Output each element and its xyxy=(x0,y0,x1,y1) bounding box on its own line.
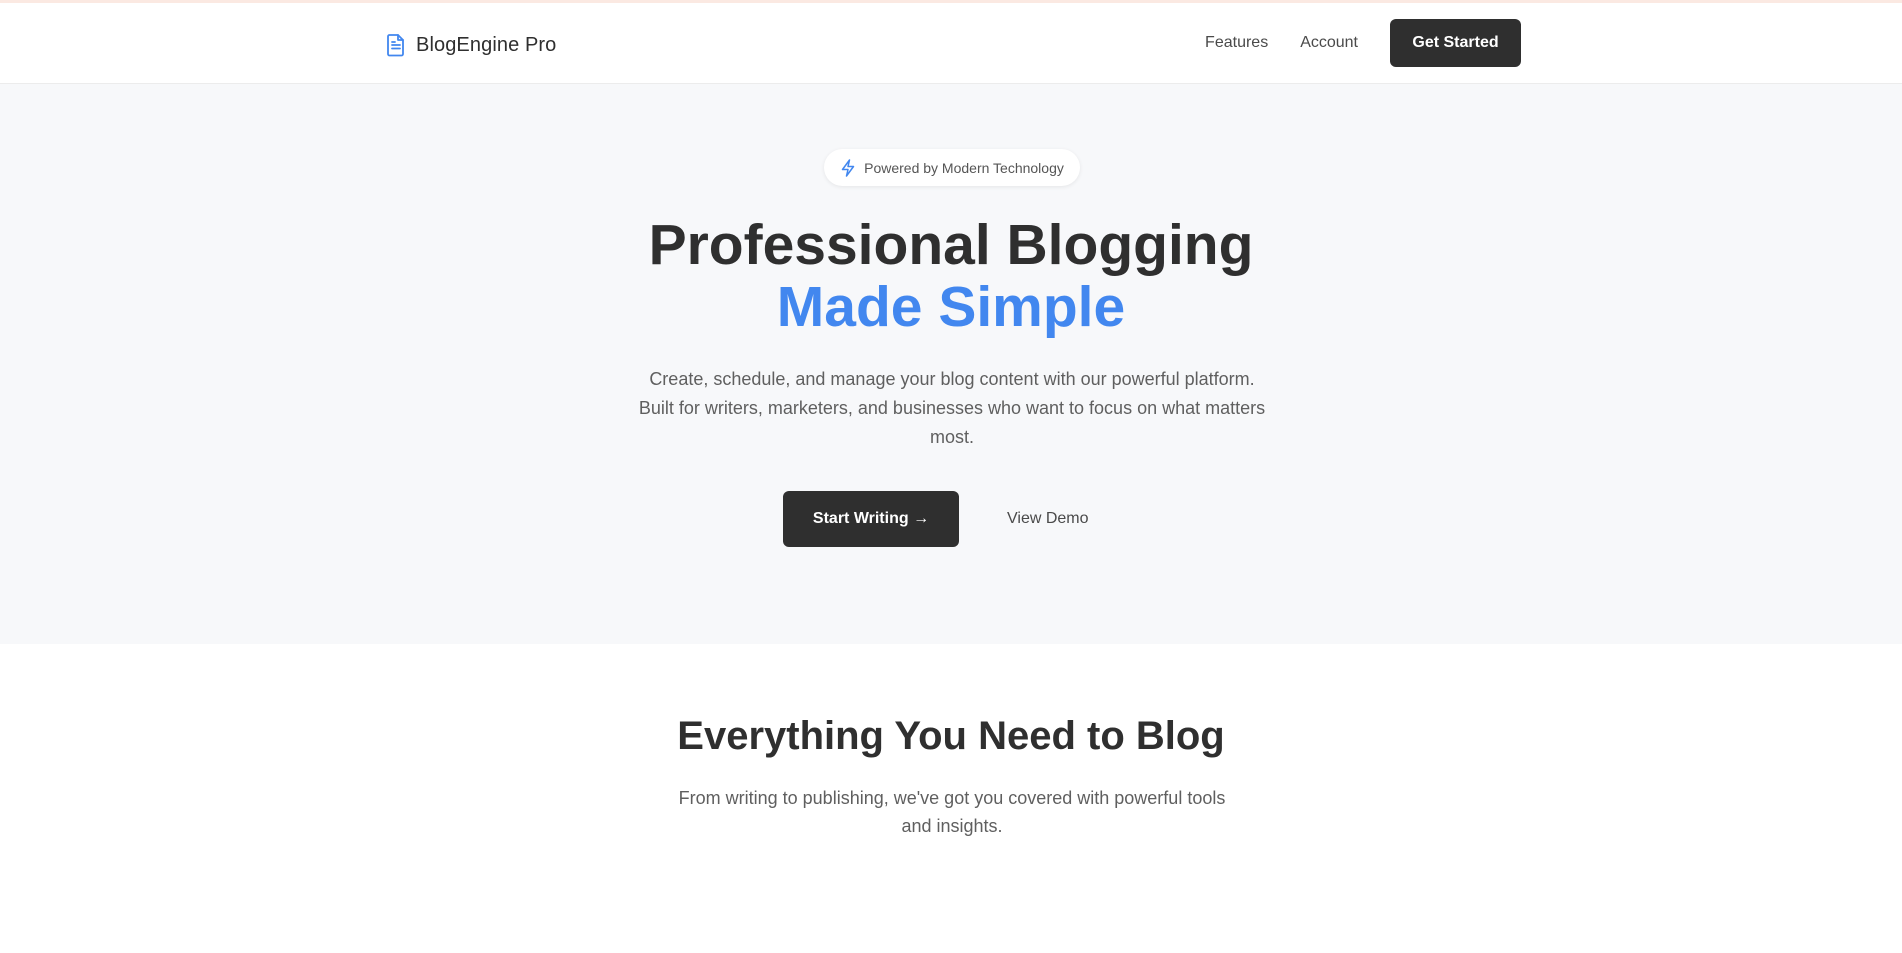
hero-title-accent: Made Simple xyxy=(776,275,1126,339)
site-header: BlogEngine Pro Features Account Get Star… xyxy=(0,3,1902,84)
nav-link-features[interactable]: Features xyxy=(1205,34,1268,52)
tech-badge: Powered by Modern Technology xyxy=(824,149,1080,186)
hero-title-line1: Professional Blogging xyxy=(648,213,1254,277)
document-icon xyxy=(387,34,404,57)
features-subtitle: From writing to publishing, we've got yo… xyxy=(678,788,1226,836)
nav-link-account[interactable]: Account xyxy=(1300,34,1358,52)
brand-logo[interactable]: BlogEngine Pro xyxy=(386,30,556,60)
get-started-button[interactable]: Get Started xyxy=(1390,19,1521,67)
hero-section: Powered by Modern Technology Professiona… xyxy=(0,84,1902,644)
features-section: Everything You Need to Blog From writing… xyxy=(0,644,1902,953)
hero-subtitle: Create, schedule, and manage your blog c… xyxy=(638,369,1266,447)
hero-title: Professional Blogging Made Simple xyxy=(0,214,1902,338)
start-writing-button[interactable]: Start Writing → xyxy=(783,491,959,547)
badge-text: Powered by Modern Technology xyxy=(864,159,1064,176)
brand-name: BlogEngine Pro xyxy=(416,33,557,56)
view-demo-button[interactable]: View Demo xyxy=(1007,510,1089,528)
main-nav: Features Account Get Started xyxy=(1205,19,1521,67)
lightning-icon xyxy=(841,158,855,177)
features-title: Everything You Need to Blog xyxy=(677,714,1225,758)
hero-cta-row: Start Writing → View Demo xyxy=(783,491,1089,547)
